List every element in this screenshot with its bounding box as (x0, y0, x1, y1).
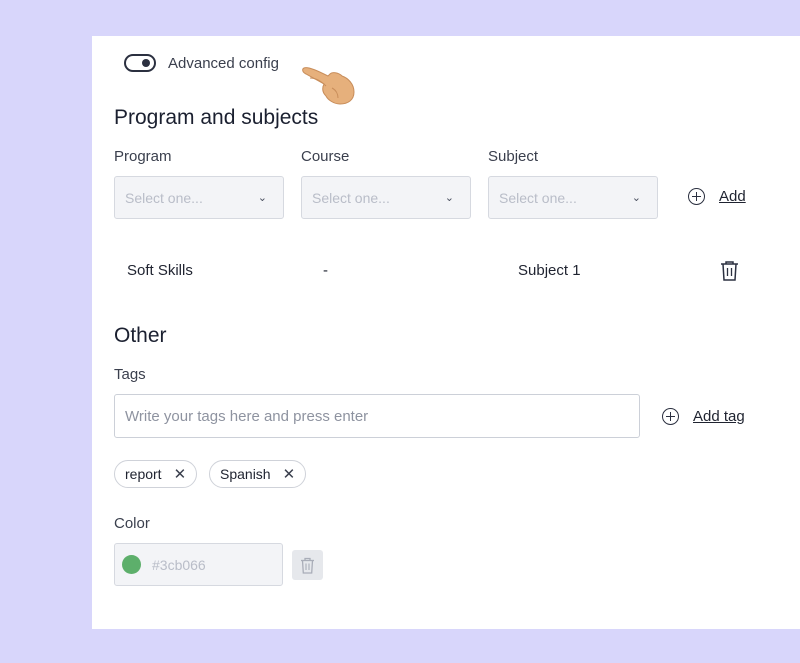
add-subject-button[interactable]: Add (688, 188, 746, 205)
clear-color-button[interactable] (292, 550, 323, 580)
color-value: #3cb066 (152, 556, 206, 573)
plus-circle-icon (662, 408, 679, 425)
subject-label: Subject (488, 148, 539, 165)
tags-label: Tags (114, 366, 146, 383)
other-section-title: Other (114, 324, 167, 347)
program-label: Program (114, 148, 172, 165)
tag-chip: report ✕ (114, 460, 198, 488)
trash-icon[interactable] (720, 260, 739, 281)
trash-icon (301, 557, 314, 574)
tags-input-placeholder: Write your tags here and press enter (125, 407, 369, 425)
color-field[interactable]: #3cb066 (114, 543, 283, 586)
add-subject-label: Add (719, 188, 746, 205)
program-select[interactable]: Select one... ⌄ (114, 176, 284, 219)
advanced-config-row: Advanced config (124, 52, 279, 74)
chevron-down-icon: ⌄ (444, 192, 454, 204)
row-subject: Subject 1 (518, 262, 581, 279)
plus-circle-icon (688, 188, 705, 205)
row-course: - (323, 262, 328, 279)
advanced-config-label: Advanced config (168, 54, 279, 72)
tag-chip: Spanish ✕ (209, 460, 307, 488)
form-panel: Advanced config Program and subjects Pro… (92, 36, 800, 629)
toggle-knob (142, 59, 150, 67)
tag-chip-label: Spanish (220, 466, 271, 482)
color-label: Color (114, 515, 150, 532)
close-icon[interactable]: ✕ (174, 467, 187, 482)
program-select-placeholder: Select one... (125, 189, 203, 206)
course-label: Course (301, 148, 350, 165)
tags-input[interactable]: Write your tags here and press enter (114, 394, 640, 438)
advanced-config-toggle[interactable] (124, 54, 156, 72)
program-section-title: Program and subjects (114, 106, 319, 129)
row-program: Soft Skills (127, 262, 193, 279)
chevron-down-icon: ⌄ (631, 192, 641, 204)
course-select[interactable]: Select one... ⌄ (301, 176, 471, 219)
subject-select[interactable]: Select one... ⌄ (488, 176, 658, 219)
color-swatch[interactable] (122, 555, 141, 574)
tag-chip-label: report (125, 466, 162, 482)
subject-select-placeholder: Select one... (499, 189, 577, 206)
course-select-placeholder: Select one... (312, 189, 390, 206)
pointing-hand-icon (302, 67, 355, 105)
chevron-down-icon: ⌄ (257, 192, 267, 204)
add-tag-button[interactable]: Add tag (662, 408, 745, 425)
add-tag-label: Add tag (693, 408, 745, 425)
close-icon[interactable]: ✕ (283, 467, 296, 482)
